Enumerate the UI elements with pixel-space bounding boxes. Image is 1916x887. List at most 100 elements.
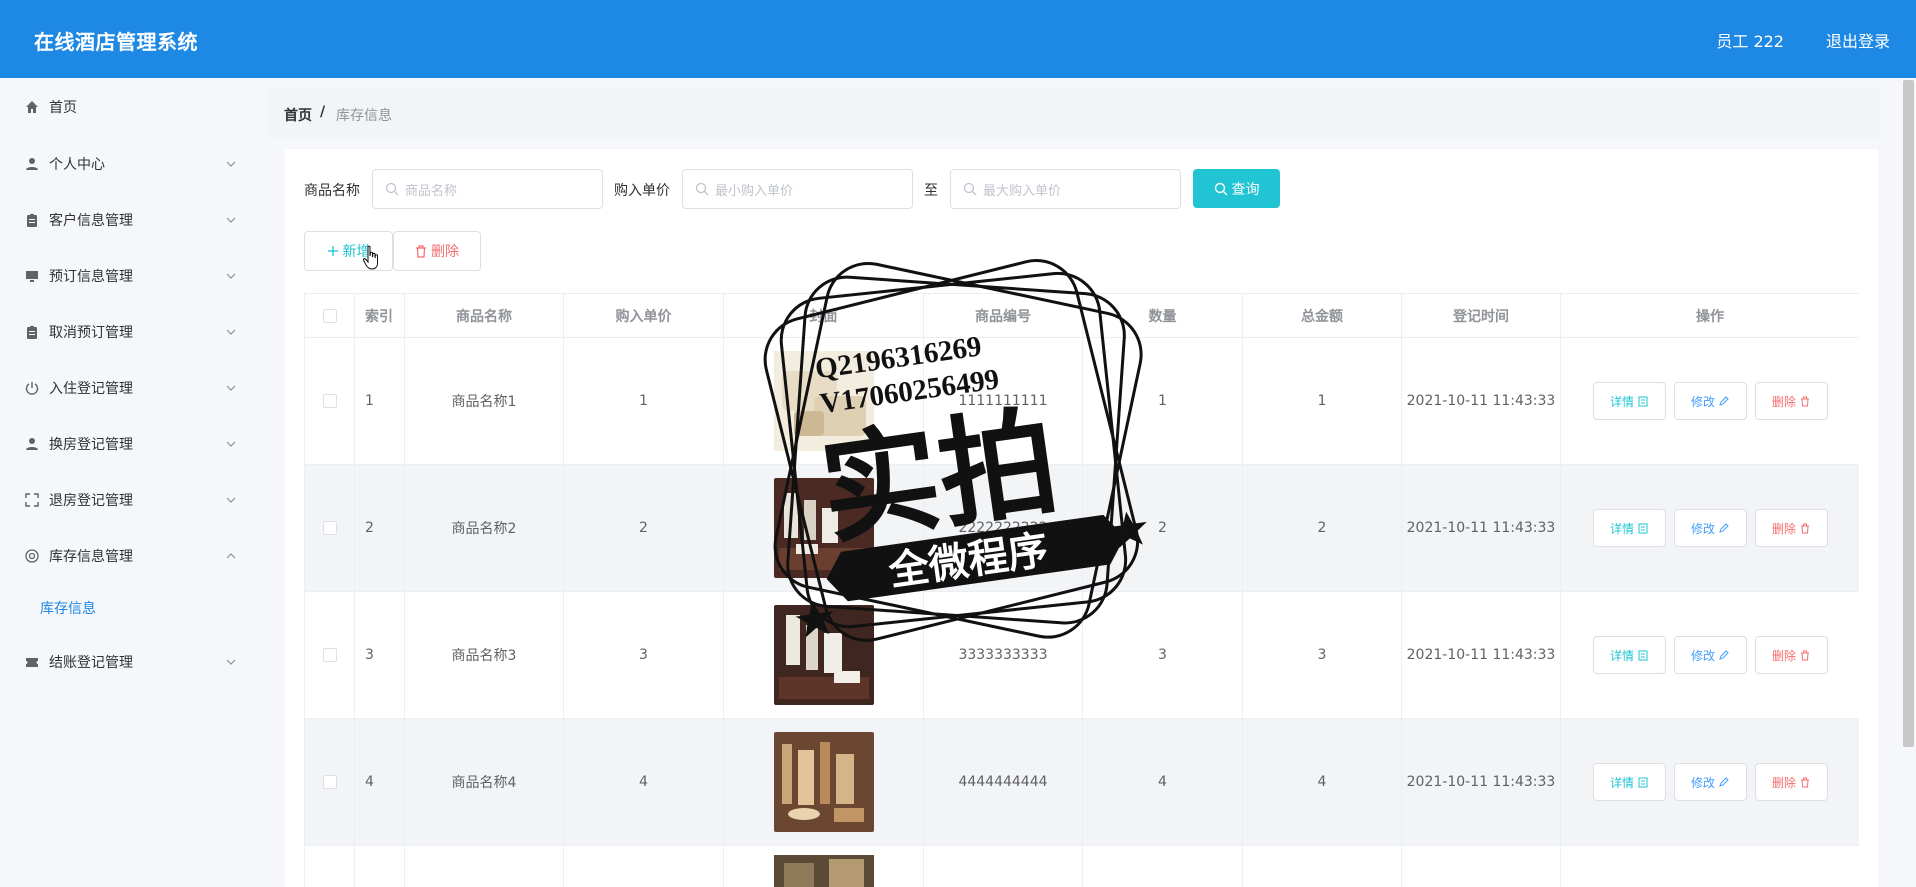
edit-button[interactable]: 修改	[1673, 636, 1747, 674]
sidebar-item-label: 个人中心	[49, 157, 105, 173]
cover-image[interactable]	[773, 478, 874, 578]
batch-delete-button[interactable]: 删除	[393, 231, 481, 271]
cell-price: 2	[564, 465, 724, 592]
row-checkbox[interactable]	[322, 394, 337, 408]
top-header: 在线酒店管理系统 员工 222 退出登录	[0, 0, 1916, 78]
column-header-time[interactable]: 登记时间	[1402, 294, 1561, 338]
delete-button[interactable]: 删除	[1754, 509, 1828, 547]
product-name-input[interactable]: 商品名称	[372, 169, 603, 209]
cell-actions: 详情 修改 删除	[1561, 338, 1859, 465]
min-price-input[interactable]: 最小购入单价	[682, 169, 913, 209]
edit-label: 修改	[1690, 521, 1715, 536]
cell-total: 3	[1243, 592, 1402, 719]
cell-code: 4444444444	[924, 719, 1083, 846]
cell-price	[564, 846, 724, 887]
chevron-down-icon	[226, 327, 236, 337]
detail-button[interactable]: 详情	[1592, 636, 1666, 674]
row-select-cell	[305, 719, 355, 846]
cell-name: 商品名称2	[405, 465, 564, 592]
row-checkbox[interactable]	[322, 521, 337, 535]
column-header-name[interactable]: 商品名称	[405, 294, 564, 338]
sidebar-item-checkin[interactable]: 入住登记管理	[0, 368, 255, 408]
column-header-quantity[interactable]: 数量	[1083, 294, 1243, 338]
cell-code	[924, 846, 1083, 887]
cell-time: 2021-10-11 11:43:33	[1402, 338, 1561, 465]
purchase-price-label: 购入单价	[614, 183, 670, 199]
sidebar-item-label: 客户信息管理	[49, 213, 133, 229]
sidebar-item-checkout[interactable]: 退房登记管理	[0, 480, 255, 520]
row-checkbox[interactable]	[322, 775, 337, 789]
sidebar-item-inventory[interactable]: 库存信息管理	[0, 536, 255, 576]
fullscreen-icon	[24, 492, 40, 508]
app-title: 在线酒店管理系统	[34, 30, 198, 54]
detail-button[interactable]: 详情	[1592, 509, 1666, 547]
chevron-down-icon	[226, 383, 236, 393]
ticket-icon	[24, 654, 40, 670]
detail-button[interactable]: 详情	[1592, 382, 1666, 420]
query-button[interactable]: 查询	[1193, 169, 1280, 208]
column-header-price[interactable]: 购入单价	[564, 294, 724, 338]
sidebar-item-cancel-booking[interactable]: 取消预订管理	[0, 312, 255, 352]
cell-quantity: 1	[1083, 338, 1243, 465]
edit-label: 修改	[1690, 394, 1715, 409]
sidebar-item-room-change[interactable]: 换房登记管理	[0, 424, 255, 464]
edit-button[interactable]: 修改	[1673, 382, 1747, 420]
detail-button[interactable]: 详情	[1592, 763, 1666, 801]
delete-button[interactable]: 删除	[1754, 763, 1828, 801]
breadcrumb-separator: /	[320, 104, 326, 120]
cell-cover	[724, 465, 924, 592]
column-header-actions: 操作	[1561, 294, 1859, 338]
max-price-input[interactable]: 最大购入单价	[950, 169, 1181, 209]
sidebar-item-personal-center[interactable]: 个人中心	[0, 144, 255, 184]
select-all-checkbox[interactable]	[322, 308, 337, 323]
sidebar-item-customer[interactable]: 客户信息管理	[0, 200, 255, 240]
document-icon	[1638, 777, 1648, 787]
pencil-icon	[1719, 396, 1729, 406]
remove-label: 删除	[1771, 775, 1796, 790]
column-header-total[interactable]: 总金额	[1243, 294, 1402, 338]
cell-actions: 详情 修改 删除	[1561, 592, 1859, 719]
cell-total: 1	[1243, 338, 1402, 465]
cover-image[interactable]	[773, 855, 874, 887]
cover-image[interactable]	[773, 351, 874, 451]
sidebar-subitem-inventory-info[interactable]: 库存信息	[40, 598, 96, 618]
min-price-placeholder: 最小购入单价	[715, 183, 794, 199]
product-name-label: 商品名称	[304, 183, 360, 199]
column-header-cover[interactable]: 封面	[724, 294, 924, 338]
edit-button[interactable]: 修改	[1673, 763, 1747, 801]
cell-cover	[724, 719, 924, 846]
cell-price: 3	[564, 592, 724, 719]
table-row	[305, 846, 1859, 887]
edit-label: 修改	[1690, 648, 1715, 663]
sidebar-item-billing[interactable]: 结账登记管理	[0, 642, 255, 682]
inventory-table: 索引 商品名称 购入单价 封面 商品编号 数量 总金额 登记时间 操作 1 商品…	[304, 293, 1859, 887]
column-header-code[interactable]: 商品编号	[924, 294, 1083, 338]
cell-cover	[724, 592, 924, 719]
cover-image[interactable]	[773, 732, 874, 832]
table-row: 2 商品名称2 2 2222222222 2 2 2021-10-11 11:4…	[305, 465, 1859, 592]
remove-label: 删除	[1771, 394, 1796, 409]
trash-icon	[1801, 396, 1809, 406]
select-all-cell	[305, 294, 355, 338]
page-scrollbar[interactable]	[1903, 80, 1914, 747]
row-checkbox[interactable]	[322, 648, 337, 662]
pencil-icon	[1719, 650, 1729, 660]
logout-link[interactable]: 退出登录	[1826, 28, 1890, 52]
sidebar-item-home[interactable]: 首页	[0, 87, 255, 127]
cell-quantity: 2	[1083, 465, 1243, 592]
user-icon	[24, 436, 40, 452]
delete-button[interactable]: 删除	[1754, 636, 1828, 674]
trash-icon	[1801, 650, 1809, 660]
column-header-index[interactable]: 索引	[355, 294, 405, 338]
row-select-cell	[305, 592, 355, 719]
cell-total: 4	[1243, 719, 1402, 846]
cell-cover	[724, 338, 924, 465]
edit-button[interactable]: 修改	[1673, 509, 1747, 547]
sidebar-item-label: 结账登记管理	[49, 655, 133, 671]
cell-code: 2222222222	[924, 465, 1083, 592]
sidebar-item-booking[interactable]: 预订信息管理	[0, 256, 255, 296]
breadcrumb-home[interactable]: 首页	[284, 105, 312, 125]
delete-button[interactable]: 删除	[1754, 382, 1828, 420]
trash-icon	[1801, 777, 1809, 787]
cover-image[interactable]	[773, 605, 874, 705]
